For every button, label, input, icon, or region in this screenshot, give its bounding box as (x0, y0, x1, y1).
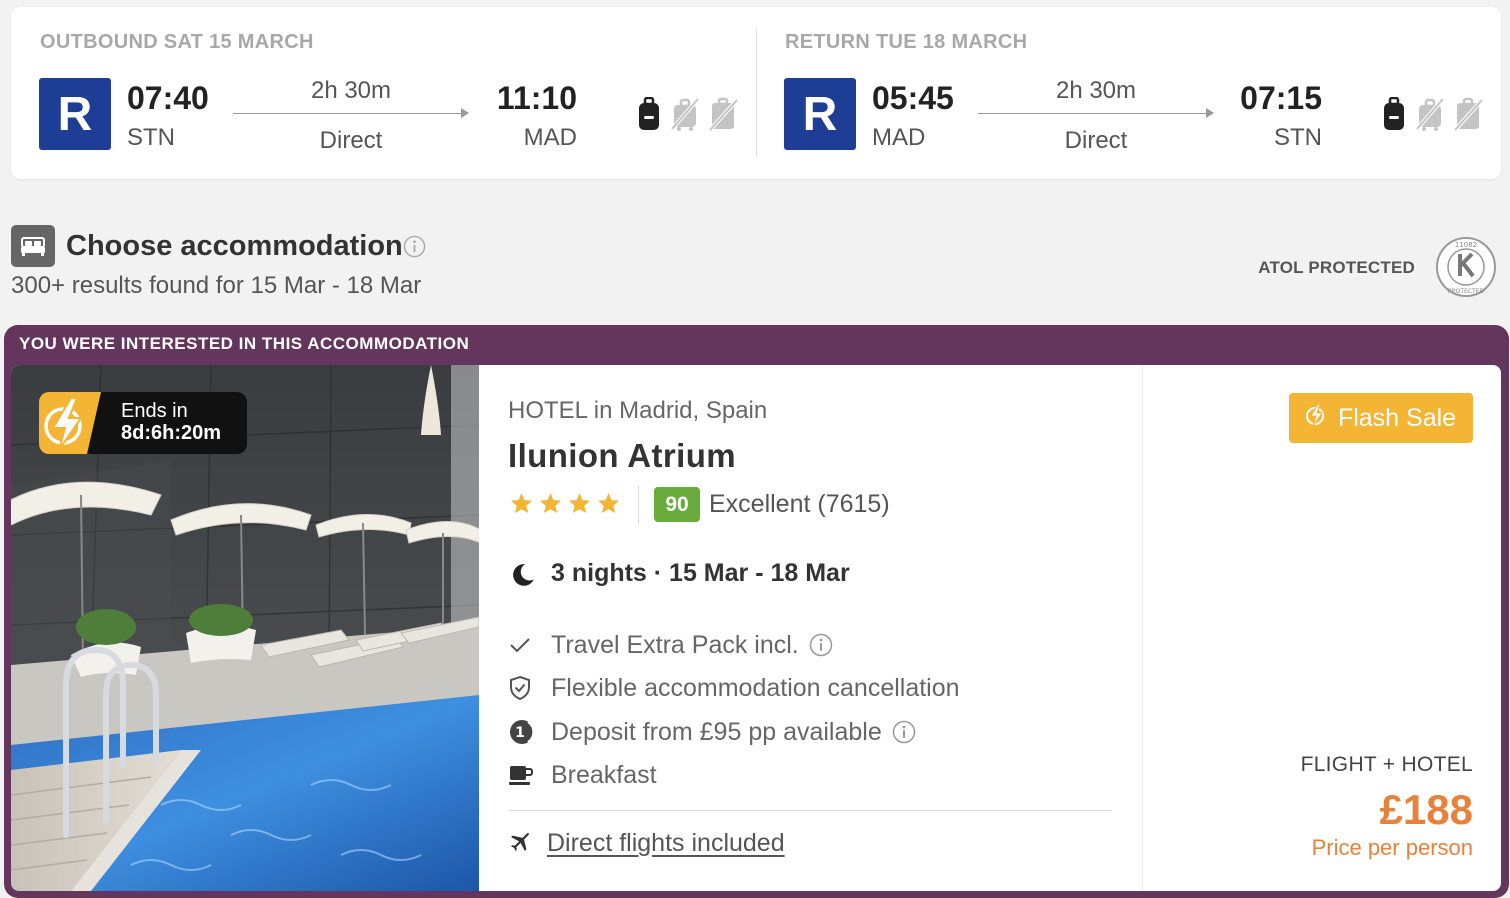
review-score-text[interactable]: Excellent (7615) (709, 490, 890, 519)
accommodation-highlight: YOU WERE INTERESTED IN THIS ACCOMMODATIO… (4, 325, 1509, 898)
feature-text: Deposit from £95 pp available (551, 717, 882, 746)
countdown-label: Ends in (121, 400, 188, 422)
feature-deposit: 1 Deposit from £95 pp available (508, 716, 916, 748)
atol-protected-label: ATOL PROTECTED (1258, 258, 1415, 277)
coffee-cup-icon (508, 763, 538, 787)
flash-sale-badge[interactable]: Flash Sale (1289, 393, 1473, 443)
price-per-person-label: Price per person (1311, 835, 1473, 860)
airline-logo: R (784, 78, 856, 150)
flash-icon (1305, 403, 1326, 434)
route-arrow-icon (461, 108, 469, 118)
outbound-title: OUTBOUND SAT 15 MARCH (40, 31, 314, 53)
hotel-location: HOTEL in Madrid, Spain (508, 397, 768, 424)
arrival-time: 11:10 (496, 80, 577, 116)
hotel-image[interactable]: Ends in 8d:6h:20m (11, 365, 479, 891)
flight-stops: Direct (319, 127, 383, 154)
info-icon[interactable] (403, 235, 426, 263)
flight-summary-card: OUTBOUND SAT 15 MARCH R 07:40 STN 2h 30m… (11, 7, 1501, 179)
feature-text: Breakfast (551, 760, 657, 789)
plane-icon (508, 828, 534, 859)
price-panel: Flash Sale FLIGHT + HOTEL £188 Price per… (1142, 365, 1501, 891)
cabin-bag-icon (637, 96, 661, 136)
rating-divider (638, 485, 639, 525)
star-icon (539, 492, 562, 514)
atol-logo-icon: 11082 PROTECTED (1435, 236, 1497, 303)
accommodation-card[interactable]: Ends in 8d:6h:20m HOTEL in Madrid, Spain… (11, 365, 1501, 891)
moon-icon (510, 562, 536, 593)
arrival-time: 07:15 (1240, 80, 1322, 116)
no-hold-bag-icon (1453, 97, 1484, 136)
star-rating (510, 492, 620, 514)
feature-text: Flexible accommodation cancellation (551, 673, 960, 702)
route-line (978, 113, 1210, 114)
price-value: £188 (1379, 786, 1473, 833)
countdown-value: 8d:6h:20m (121, 422, 222, 444)
star-icon (597, 492, 620, 514)
deposit-coin-icon: 1 (508, 718, 538, 746)
flight-stops: Direct (1064, 127, 1128, 154)
results-count: 300+ results found for 15 Mar - 18 Mar (11, 272, 422, 299)
route-arrow-icon (1206, 108, 1214, 118)
info-icon[interactable] (892, 720, 916, 744)
departure-time: 07:40 (127, 80, 209, 116)
check-icon (508, 635, 538, 655)
flash-timer-icon (39, 392, 101, 454)
route-line (233, 113, 465, 114)
departure-time: 05:45 (872, 80, 954, 116)
star-icon (510, 492, 533, 514)
review-score-badge: 90 (654, 487, 700, 522)
svg-text:PROTECTED: PROTECTED (1448, 288, 1485, 295)
no-checked-bag-icon (670, 97, 700, 136)
direct-flights-link[interactable]: Direct flights included (547, 829, 785, 858)
flight-duration: 2h 30m (310, 77, 392, 104)
feature-flexible-cancellation: Flexible accommodation cancellation (508, 672, 960, 704)
outbound-leg: OUTBOUND SAT 15 MARCH R 07:40 STN 2h 30m… (11, 7, 756, 179)
section-title: Choose accommodation (66, 230, 403, 262)
return-leg: RETURN TUE 18 MARCH R 05:45 MAD 2h 30m D… (756, 7, 1501, 179)
package-type-label: FLIGHT + HOTEL (1300, 753, 1473, 776)
flash-sale-label: Flash Sale (1337, 403, 1457, 432)
info-icon[interactable] (809, 633, 833, 657)
svg-text:1: 1 (515, 725, 525, 741)
countdown-badge: Ends in 8d:6h:20m (39, 392, 247, 454)
star-icon (568, 492, 591, 514)
return-title: RETURN TUE 18 MARCH (785, 31, 1028, 53)
shield-check-icon (508, 675, 538, 701)
flight-duration: 2h 30m (1055, 77, 1137, 104)
airline-logo: R (39, 78, 111, 150)
hotel-name[interactable]: Ilunion Atrium (508, 437, 736, 475)
arrival-airport: MAD (523, 124, 577, 151)
feature-text: Travel Extra Pack incl. (551, 630, 799, 659)
interest-banner: YOU WERE INTERESTED IN THIS ACCOMMODATIO… (19, 334, 470, 353)
svg-text:11082: 11082 (1455, 241, 1477, 249)
departure-airport: STN (127, 124, 175, 151)
arrival-airport: STN (1274, 124, 1322, 151)
details-divider (508, 810, 1112, 811)
stay-duration: 3 nights · 15 Mar - 18 Mar (551, 559, 850, 587)
no-checked-bag-icon (1415, 97, 1445, 136)
feature-travel-extra: Travel Extra Pack incl. (508, 629, 833, 661)
cabin-bag-icon (1382, 96, 1406, 136)
bed-icon (11, 225, 55, 267)
feature-breakfast: Breakfast (508, 759, 657, 791)
hotel-details: HOTEL in Madrid, Spain Ilunion Atrium 90… (508, 365, 1138, 891)
flights-included-row: Direct flights included (508, 828, 785, 859)
departure-airport: MAD (872, 124, 926, 151)
no-hold-bag-icon (708, 97, 739, 136)
